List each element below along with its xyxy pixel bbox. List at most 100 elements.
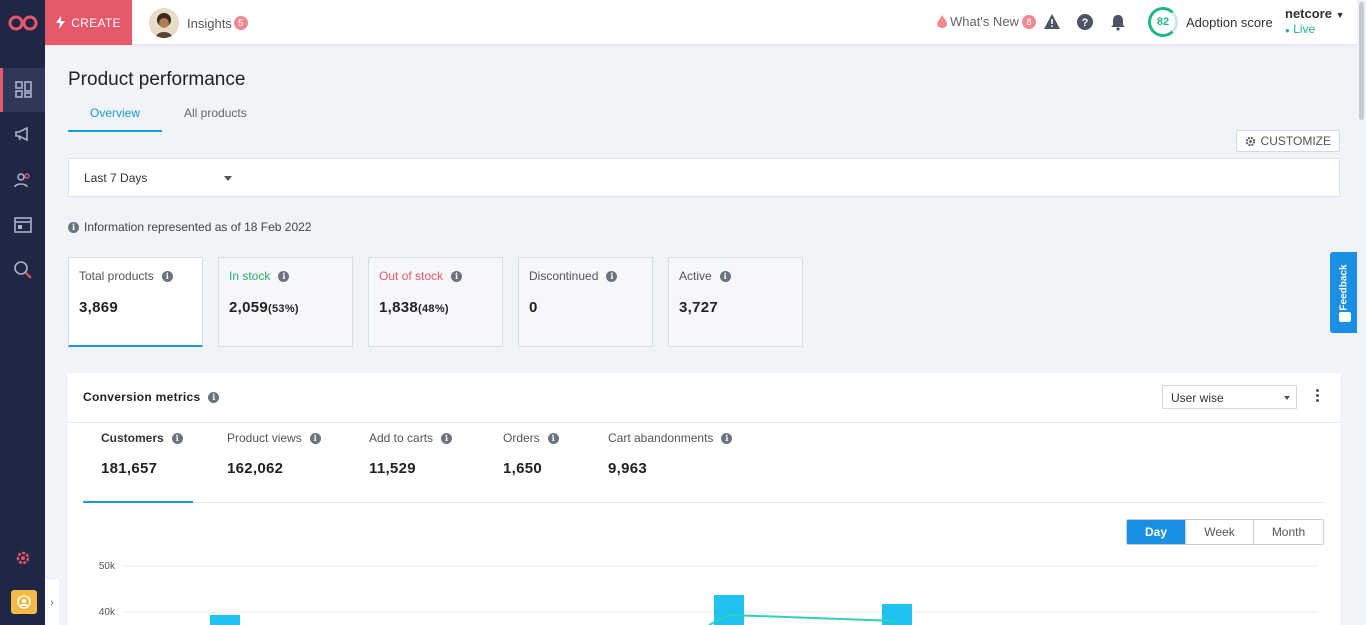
account-status: Live (1293, 22, 1316, 36)
info-icon[interactable]: i (547, 432, 559, 444)
metric-label: Add to carts (369, 431, 434, 445)
conversion-chart: 50k 40k (99, 561, 1318, 625)
lightning-icon (56, 16, 66, 29)
account-menu[interactable]: netcore ▼ ● Live (1285, 7, 1345, 38)
settings-icon[interactable] (0, 536, 45, 580)
conversion-metrics-panel: Conversion metrics i User wise Customers i… (68, 373, 1340, 625)
metric-product-views[interactable]: Product views i 162,062 (227, 431, 321, 477)
info-icon[interactable]: i (451, 270, 463, 282)
insights-link[interactable]: Insights 5 (149, 8, 248, 38)
stat-label: In stock (229, 269, 271, 283)
gear-icon (1245, 136, 1255, 146)
time-range-toggle: Day Week Month (1126, 519, 1324, 545)
sidebar (0, 0, 45, 625)
info-line: i Information represented as of 18 Feb 2… (68, 220, 311, 234)
chart-bar[interactable] (882, 604, 912, 625)
feedback-tab[interactable]: Feedback (1330, 252, 1359, 333)
info-icon[interactable]: i (309, 432, 321, 444)
info-icon[interactable]: i (161, 270, 173, 282)
filter-bar: Last 7 Days (68, 158, 1340, 197)
account-name: netcore (1285, 6, 1332, 21)
analytics-search-icon[interactable] (0, 248, 45, 292)
info-icon[interactable]: i (606, 270, 618, 282)
metric-value: 162,062 (227, 460, 284, 477)
stat-card-active[interactable]: Active i 3,727 (668, 257, 803, 347)
stat-label: Discontinued (529, 269, 599, 283)
dashboard-icon[interactable] (0, 68, 45, 112)
logo-icon[interactable] (0, 0, 45, 45)
live-dot-icon: ● (1285, 26, 1290, 35)
svg-text:?: ? (1082, 17, 1089, 29)
info-icon[interactable]: i (721, 432, 733, 444)
scrollbar[interactable] (1357, 0, 1366, 625)
whats-new-label: What's New (950, 14, 1019, 29)
content-icon[interactable] (0, 203, 45, 247)
metric-label: Product views (227, 431, 302, 445)
insights-label: Insights (187, 15, 232, 31)
info-icon[interactable]: i (171, 432, 183, 444)
conversion-header: Conversion metrics i User wise (68, 373, 1340, 423)
info-icon: i (68, 221, 79, 233)
y-tick-label: 40k (99, 607, 116, 618)
metric-value: 181,657 (101, 460, 158, 477)
range-month-button[interactable]: Month (1253, 520, 1323, 544)
range-day-button[interactable]: Day (1127, 520, 1185, 544)
stat-value: 3,727 (679, 299, 719, 316)
metric-label: Cart abandonments (608, 431, 714, 445)
metric-tabs-divider (83, 501, 1325, 503)
metric-customers[interactable]: Customers i 181,657 (101, 431, 183, 477)
stat-label: Total products (79, 269, 154, 283)
bell-icon[interactable] (1109, 13, 1127, 31)
date-range-select[interactable]: Last 7 Days (84, 171, 232, 185)
tab-overview[interactable]: Overview (68, 102, 163, 132)
stat-card-total-products[interactable]: Total products i 3,869 (68, 257, 203, 347)
caret-down-icon (1284, 396, 1290, 400)
metric-selected-indicator (83, 501, 193, 503)
stat-value: 2,059 (229, 299, 269, 316)
user-avatar-icon[interactable] (11, 590, 37, 614)
metric-cart-abandonments[interactable]: Cart abandonments i 9,963 (608, 431, 733, 477)
tab-all-products[interactable]: All products (162, 102, 269, 132)
stat-card-out-of-stock[interactable]: Out of stock i 1,838(48%) (368, 257, 503, 347)
adoption-score-ring: 82 (1148, 7, 1178, 37)
view-select[interactable]: User wise (1162, 385, 1297, 409)
stat-value: 0 (529, 299, 538, 316)
more-options-icon[interactable] (1316, 389, 1320, 402)
stat-value: 1,838 (379, 299, 419, 316)
megaphone-icon[interactable] (0, 112, 45, 156)
tabs: Overview All products (68, 102, 269, 132)
info-icon[interactable]: i (441, 432, 453, 444)
info-text: Information represented as of 18 Feb 202… (84, 220, 312, 234)
y-tick-label: 50k (99, 561, 116, 572)
stat-card-in-stock[interactable]: In stock i 2,059(53%) (218, 257, 353, 347)
metric-value: 11,529 (369, 460, 416, 477)
range-week-button[interactable]: Week (1185, 520, 1253, 544)
help-icon[interactable]: ? (1076, 13, 1094, 31)
metric-label: Customers (101, 431, 164, 445)
stat-percent: (48%) (418, 303, 449, 315)
whats-new-badge: 8 (1021, 14, 1036, 29)
view-select-value: User wise (1171, 391, 1224, 405)
create-button-label: CREATE (71, 15, 121, 30)
metric-value: 1,650 (503, 460, 543, 477)
stat-percent: (53%) (268, 303, 299, 315)
scrollbar-thumb[interactable] (1359, 2, 1364, 120)
warning-icon[interactable] (1043, 13, 1061, 31)
info-icon[interactable]: i (208, 391, 220, 403)
adoption-score-label: Adoption score (1186, 14, 1273, 30)
info-icon[interactable]: i (278, 270, 290, 282)
whats-new-link[interactable]: What's New 8 (937, 14, 1036, 29)
metric-orders[interactable]: Orders i 1,650 (503, 431, 559, 477)
date-range-value: Last 7 Days (84, 171, 148, 185)
chart-bar[interactable] (210, 615, 240, 625)
adoption-score[interactable]: 82 Adoption score (1148, 7, 1273, 37)
metric-add-to-carts[interactable]: Add to carts i 11,529 (369, 431, 453, 477)
users-icon[interactable] (0, 158, 45, 202)
create-button[interactable]: CREATE (45, 0, 132, 45)
stat-card-discontinued[interactable]: Discontinued i 0 (518, 257, 653, 347)
customize-button[interactable]: CUSTOMIZE (1235, 130, 1340, 152)
info-icon[interactable]: i (719, 270, 731, 282)
metric-value: 9,963 (608, 460, 648, 477)
expand-sidebar-icon[interactable]: › (45, 580, 59, 625)
customize-label: CUSTOMIZE (1260, 134, 1331, 148)
